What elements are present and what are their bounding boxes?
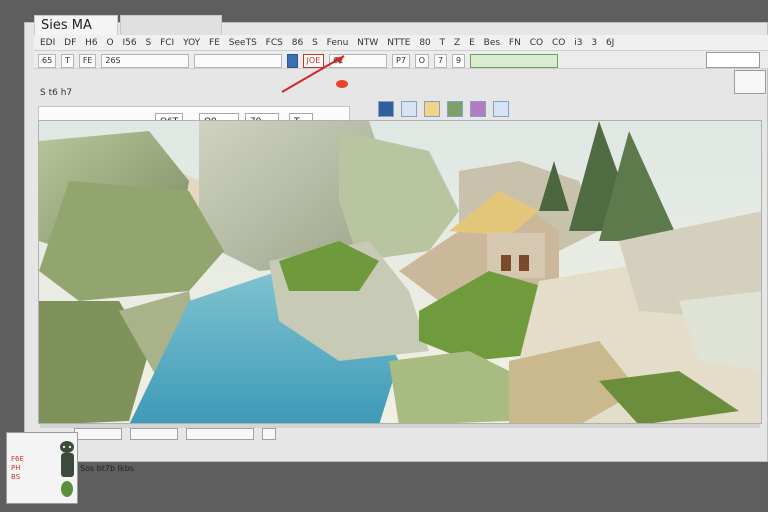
menu-item[interactable]: O <box>107 35 114 50</box>
toolbar-button[interactable]: 7 <box>433 54 448 68</box>
status-text: Sos bt7b Ikbs <box>80 464 134 473</box>
status-controls <box>74 428 279 447</box>
view-mode-icon[interactable] <box>470 101 487 117</box>
menu-item[interactable]: CO <box>552 35 565 50</box>
menu-item[interactable]: FN <box>509 35 521 50</box>
toolbar-button[interactable]: P7 <box>392 54 410 68</box>
thumbnail-panel[interactable]: F6E PH BS <box>6 432 78 504</box>
status-button[interactable] <box>262 428 277 440</box>
menu-item[interactable]: Bes <box>484 35 500 50</box>
red-pointer-arrow-icon <box>281 55 348 93</box>
menu-item[interactable]: 80 <box>419 35 430 50</box>
status-field[interactable] <box>74 428 122 440</box>
toolbar-button[interactable]: FE <box>78 54 97 68</box>
menu-item[interactable]: FE <box>209 35 220 50</box>
status-field[interactable] <box>186 428 255 440</box>
search-input[interactable] <box>194 54 283 68</box>
menu-item[interactable]: i3 <box>574 35 582 50</box>
top-right-field[interactable] <box>706 52 760 68</box>
menu-bar: EDI DF H6 O I56 S FCI YOY FE SeeTS FCS 8… <box>34 35 768 51</box>
menu-item[interactable]: YOY <box>183 35 200 50</box>
view-mode-icon[interactable] <box>401 101 418 117</box>
menu-item[interactable]: CO <box>530 35 543 50</box>
view-mode-icon[interactable] <box>447 101 464 117</box>
image-canvas[interactable] <box>38 120 762 424</box>
menu-item[interactable]: S <box>145 35 151 50</box>
view-mode-icon[interactable] <box>493 101 510 117</box>
menu-item[interactable]: NTW <box>357 35 378 50</box>
menu-item[interactable]: SeeTS <box>229 35 257 50</box>
menu-item[interactable]: NTTE <box>387 35 410 50</box>
android-robot-icon <box>60 441 74 497</box>
view-toolbar <box>378 101 511 117</box>
view-mode-icon[interactable] <box>424 101 441 117</box>
toolbar-button[interactable]: 65 <box>38 54 57 68</box>
toolbar-green-field[interactable] <box>469 54 558 68</box>
toolbar-button[interactable]: T <box>61 54 74 68</box>
menu-item[interactable]: I56 <box>122 35 136 50</box>
tab-active[interactable]: Sies MA <box>34 15 118 35</box>
landscape-illustration <box>39 121 761 423</box>
menu-item[interactable]: T <box>440 35 446 50</box>
toolbar-button[interactable]: 9 <box>451 54 466 68</box>
menu-item[interactable]: H6 <box>85 35 98 50</box>
menu-item[interactable]: DF <box>64 35 76 50</box>
menu-item[interactable]: E <box>469 35 475 50</box>
menu-item[interactable]: 6J <box>606 35 614 50</box>
menu-item[interactable]: FCI <box>160 35 174 50</box>
toolbar-field[interactable]: 26S <box>101 54 190 68</box>
menu-item[interactable]: 3 <box>591 35 597 50</box>
thumbnail-label: F6E PH BS <box>11 455 24 481</box>
menu-item[interactable]: EDI <box>40 35 55 50</box>
top-right-panel-button[interactable] <box>734 70 766 94</box>
tab-inactive[interactable] <box>120 15 222 35</box>
toolbar-button[interactable]: O <box>414 54 430 68</box>
tool-bar: 65 T FE 26S JOE 61 P7 O 7 9 <box>34 51 768 69</box>
menu-item[interactable]: Z <box>454 35 460 50</box>
view-mode-icon[interactable] <box>378 101 394 117</box>
breadcrumb: S t6 h7 <box>40 88 73 98</box>
status-field[interactable] <box>130 428 179 440</box>
